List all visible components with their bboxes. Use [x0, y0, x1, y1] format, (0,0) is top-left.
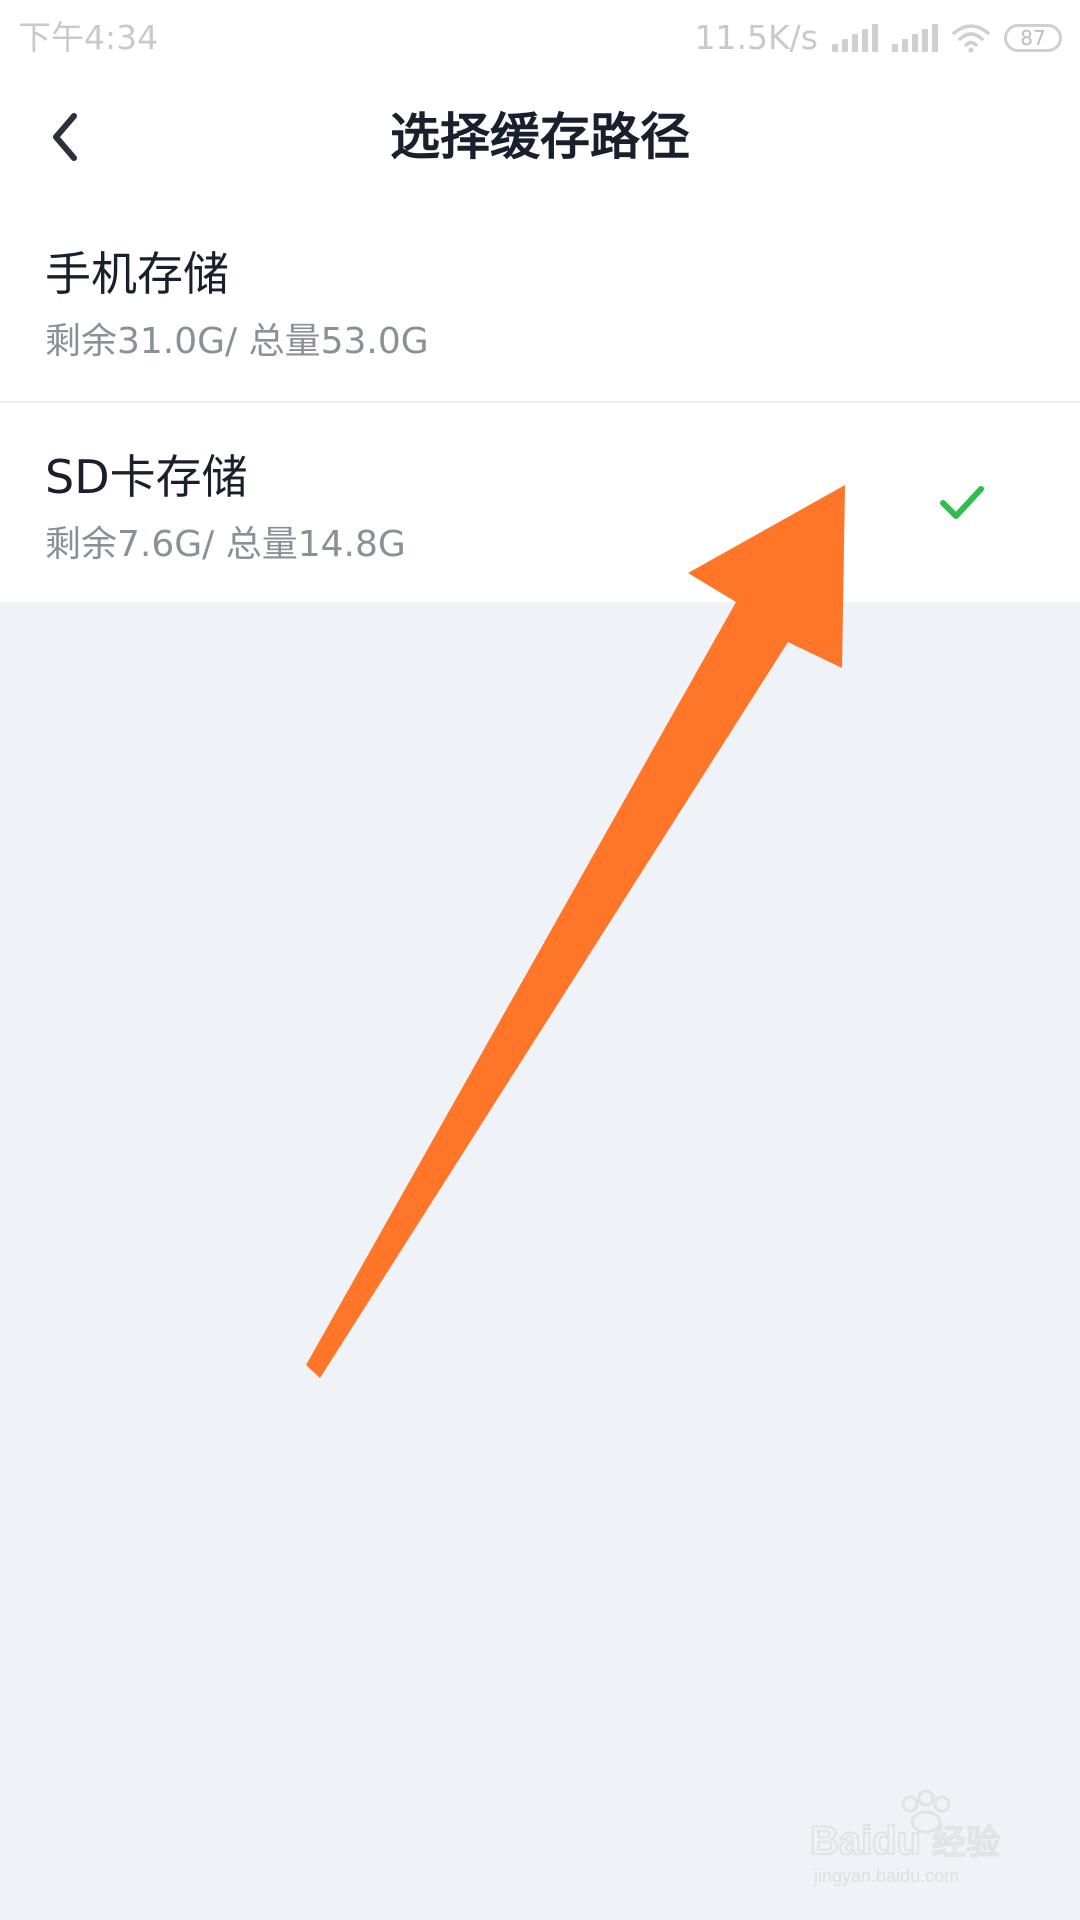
- signal-icon: [832, 23, 878, 52]
- svg-text:Baidu: Baidu: [810, 1819, 921, 1863]
- battery-level: 87: [1004, 23, 1062, 52]
- status-bar: 下午4:34 11.5K/s 87: [0, 0, 1080, 75]
- storage-option-title: 手机存储: [45, 247, 229, 301]
- page-title: 选择缓存路径: [390, 108, 690, 166]
- status-time: 下午4:34: [18, 18, 159, 57]
- back-button[interactable]: [30, 97, 100, 177]
- storage-option-sd-card[interactable]: SD卡存储 剩余7.6G/ 总量14.8G: [0, 401, 1080, 602]
- storage-option-detail: 剩余7.6G/ 总量14.8G: [45, 524, 406, 565]
- network-speed: 11.5K/s: [694, 18, 818, 57]
- baidu-watermark: Baidu 经验 jingyan.baidu.com: [800, 1782, 1040, 1892]
- chevron-left-icon: [53, 113, 77, 161]
- storage-option-detail: 剩余31.0G/ 总量53.0G: [45, 321, 429, 362]
- battery-icon: 87: [1004, 23, 1062, 52]
- status-right: 11.5K/s 87: [695, 0, 1062, 75]
- check-icon: [940, 486, 984, 519]
- svg-text:经验: 经验: [932, 1823, 1000, 1863]
- storage-option-phone[interactable]: 手机存储 剩余31.0G/ 总量53.0G: [0, 200, 1080, 401]
- svg-text:jingyan.baidu.com: jingyan.baidu.com: [813, 1866, 959, 1886]
- header: 选择缓存路径: [0, 75, 1080, 200]
- signal-icon-2: [892, 23, 938, 52]
- storage-list: 手机存储 剩余31.0G/ 总量53.0G SD卡存储 剩余7.6G/ 总量14…: [0, 200, 1080, 602]
- screen: 下午4:34 11.5K/s 87 选择缓存路径 手机存储 剩余31.0G/ 总…: [0, 0, 1080, 1920]
- wifi-icon: [952, 23, 990, 53]
- storage-option-title: SD卡存储: [45, 450, 248, 504]
